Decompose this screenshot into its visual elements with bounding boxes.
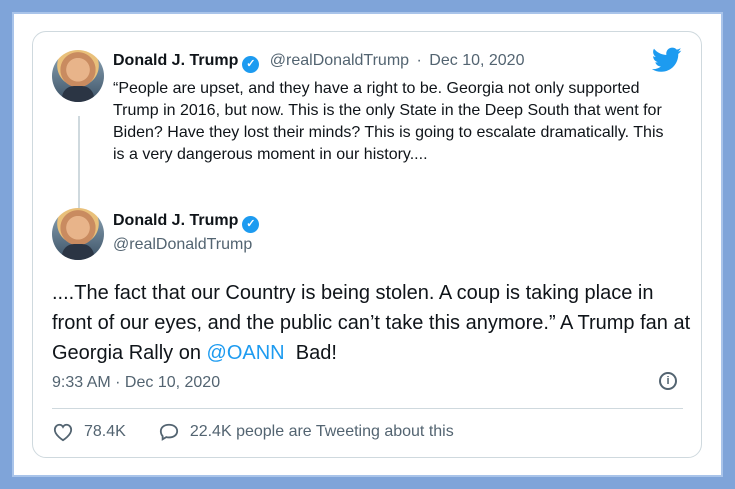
like-button[interactable]: 78.4K	[52, 422, 126, 442]
tweet1-header: Donald J. Trump ✓ @realDonaldTrump · Dec …	[113, 52, 524, 73]
heart-icon	[53, 423, 73, 442]
tweet-timestamp[interactable]: 9:33 AM · Dec 10, 2020	[52, 374, 220, 392]
tweet2-author: Donald J. Trump ✓	[113, 212, 260, 233]
tweet-card: Donald J. Trump ✓ @realDonaldTrump · Dec …	[32, 31, 702, 458]
separator-dot: ·	[416, 52, 422, 69]
verified-badge-icon: ✓	[242, 56, 260, 73]
author-name[interactable]: Donald J. Trump	[113, 52, 238, 69]
discussion-count: 22.4K people are Tweeting about this	[189, 423, 454, 440]
avatar[interactable]	[52, 50, 104, 102]
reply-bubble-icon	[159, 423, 178, 441]
info-icon[interactable]: i	[659, 372, 677, 390]
author-name[interactable]: Donald J. Trump	[113, 212, 238, 229]
tweet-body-end: Bad!	[284, 342, 337, 364]
reply-discussion-button[interactable]: 22.4K people are Tweeting about this	[158, 422, 454, 442]
like-count: 78.4K	[84, 423, 126, 440]
twitter-bird-icon[interactable]	[652, 47, 682, 73]
tweet-actions: 78.4K 22.4K people are Tweeting about th…	[52, 422, 454, 442]
verified-badge-icon: ✓	[242, 216, 260, 233]
tweet-body: ....The fact that our Country is being s…	[52, 282, 691, 364]
divider	[52, 408, 683, 409]
tweet-date[interactable]: Dec 10, 2020	[429, 52, 524, 69]
author-handle[interactable]: @realDonaldTrump	[270, 52, 409, 69]
mention-link[interactable]: @OANN	[207, 342, 285, 364]
author-handle[interactable]: @realDonaldTrump	[113, 236, 252, 254]
avatar[interactable]	[52, 208, 104, 260]
tweet1-text: “People are upset, and they have a right…	[113, 80, 664, 163]
tweet2-text: ....The fact that our Country is being s…	[52, 278, 692, 368]
